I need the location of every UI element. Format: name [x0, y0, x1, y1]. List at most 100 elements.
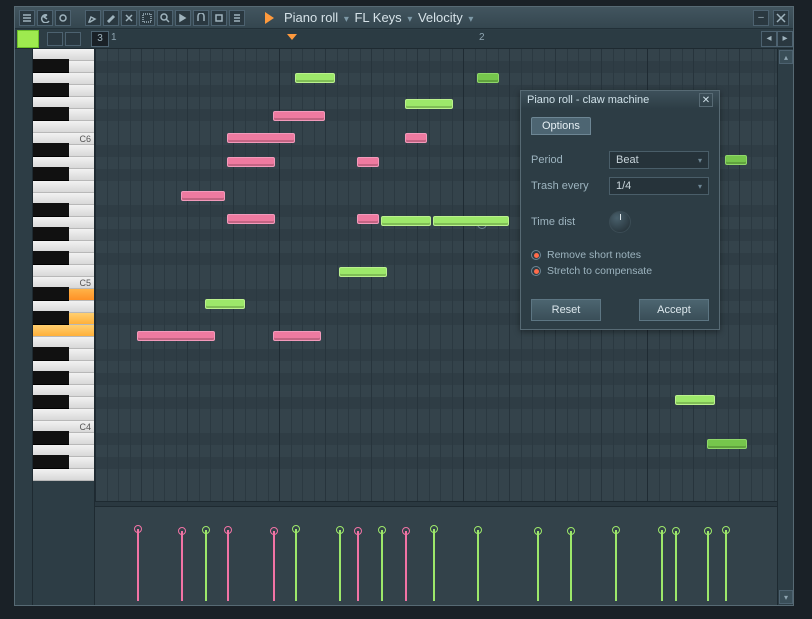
velocity-handle[interactable]	[134, 525, 142, 533]
dialog-close-icon[interactable]: ✕	[699, 93, 713, 107]
piano-black-key[interactable]	[33, 83, 69, 97]
velocity-handle[interactable]	[672, 527, 680, 535]
velocity-stem[interactable]	[537, 531, 539, 601]
velocity-handle[interactable]	[474, 526, 482, 534]
velocity-stem[interactable]	[570, 531, 572, 601]
velocity-stem[interactable]	[433, 529, 435, 601]
note[interactable]	[357, 157, 379, 167]
note[interactable]	[339, 267, 387, 277]
piano-black-key[interactable]	[33, 431, 69, 445]
velocity-handle[interactable]	[336, 526, 344, 534]
note[interactable]	[725, 155, 747, 165]
piano-keyboard[interactable]: C6C5C4	[33, 49, 95, 605]
velocity-handle[interactable]	[224, 526, 232, 534]
piano-black-key[interactable]	[33, 371, 69, 385]
note[interactable]	[137, 331, 215, 341]
play-icon[interactable]	[265, 12, 274, 24]
dialog-titlebar[interactable]: Piano roll - claw machine ✕	[521, 91, 719, 109]
note-color-chip[interactable]	[17, 30, 39, 48]
note[interactable]	[273, 111, 325, 121]
paint-tool-icon[interactable]	[103, 10, 119, 26]
note[interactable]	[357, 214, 379, 224]
mode-tool-1[interactable]	[47, 32, 63, 46]
note[interactable]	[227, 133, 295, 143]
trash-dropdown[interactable]: 1/4 ▾	[609, 177, 709, 195]
note[interactable]	[381, 216, 431, 226]
stretch-option[interactable]: Stretch to compensate	[531, 265, 709, 277]
cut-tool-icon[interactable]	[121, 10, 137, 26]
velocity-stem[interactable]	[227, 530, 229, 601]
remove-short-notes-option[interactable]: Remove short notes	[531, 249, 709, 261]
velocity-stem[interactable]	[357, 531, 359, 601]
velocity-handle[interactable]	[354, 527, 362, 535]
velocity-handle[interactable]	[378, 526, 386, 534]
velocity-stem[interactable]	[477, 530, 479, 601]
menu-icon[interactable]	[19, 10, 35, 26]
note[interactable]	[405, 99, 453, 109]
piano-black-key[interactable]	[33, 347, 69, 361]
note[interactable]	[205, 299, 245, 309]
mode-tool-2[interactable]	[65, 32, 81, 46]
chevron-down-icon[interactable]: ▾	[405, 14, 414, 25]
piano-black-key[interactable]	[33, 59, 69, 73]
velocity-handle[interactable]	[534, 527, 542, 535]
velocity-stem[interactable]	[295, 529, 297, 601]
chord-tool-icon[interactable]	[229, 10, 245, 26]
velocity-stem[interactable]	[181, 531, 183, 601]
velocity-stem[interactable]	[725, 530, 727, 601]
chevron-down-icon[interactable]: ▾	[466, 14, 475, 25]
note[interactable]	[227, 157, 275, 167]
vertical-scrollbar[interactable]: ▴ ▾	[777, 49, 793, 605]
piano-key[interactable]	[33, 181, 94, 193]
velocity-handle[interactable]	[270, 527, 278, 535]
timedist-knob[interactable]	[609, 211, 631, 233]
playback-tool-icon[interactable]	[175, 10, 191, 26]
velocity-stem[interactable]	[405, 531, 407, 601]
close-icon[interactable]	[773, 10, 789, 26]
piano-black-key[interactable]	[33, 455, 69, 469]
piano-key[interactable]	[33, 265, 94, 277]
piano-black-key[interactable]	[33, 287, 69, 301]
piano-black-key[interactable]	[33, 143, 69, 157]
scroll-right-icon[interactable]: ▸	[777, 31, 793, 47]
note[interactable]	[433, 216, 509, 226]
piano-black-key[interactable]	[33, 227, 69, 241]
options-icon[interactable]	[55, 10, 71, 26]
chevron-down-icon[interactable]: ▾	[342, 14, 351, 25]
velocity-handle[interactable]	[178, 527, 186, 535]
piano-black-key[interactable]	[33, 167, 69, 181]
piano-key[interactable]	[33, 325, 94, 337]
note[interactable]	[295, 73, 335, 83]
timeline-ruler[interactable]: 1 2	[109, 30, 761, 48]
note[interactable]	[273, 331, 321, 341]
piano-black-key[interactable]	[33, 311, 69, 325]
midi-tool-icon[interactable]	[211, 10, 227, 26]
piano-key[interactable]	[33, 469, 94, 481]
options-tab[interactable]: Options	[531, 117, 591, 135]
piano-key[interactable]	[33, 409, 94, 421]
velocity-handle[interactable]	[292, 525, 300, 533]
velocity-stem[interactable]	[339, 530, 341, 601]
playhead-caret-icon[interactable]	[287, 34, 297, 40]
velocity-handle[interactable]	[722, 526, 730, 534]
velocity-stem[interactable]	[137, 529, 139, 601]
velocity-lane[interactable]	[95, 507, 777, 605]
velocity-handle[interactable]	[567, 527, 575, 535]
velocity-stem[interactable]	[273, 531, 275, 601]
reset-button[interactable]: Reset	[531, 299, 601, 321]
velocity-handle[interactable]	[402, 527, 410, 535]
draw-tool-icon[interactable]	[85, 10, 101, 26]
select-tool-icon[interactable]	[139, 10, 155, 26]
note[interactable]	[477, 73, 499, 83]
snap-divisions[interactable]: 3	[91, 31, 109, 47]
minimize-icon[interactable]: ‒	[753, 10, 769, 26]
note[interactable]	[707, 439, 747, 449]
velocity-handle[interactable]	[658, 526, 666, 534]
scroll-left-icon[interactable]: ◂	[761, 31, 777, 47]
velocity-stem[interactable]	[661, 530, 663, 601]
note[interactable]	[181, 191, 225, 201]
velocity-stem[interactable]	[675, 531, 677, 601]
velocity-handle[interactable]	[202, 526, 210, 534]
piano-black-key[interactable]	[33, 107, 69, 121]
note[interactable]	[675, 395, 715, 405]
